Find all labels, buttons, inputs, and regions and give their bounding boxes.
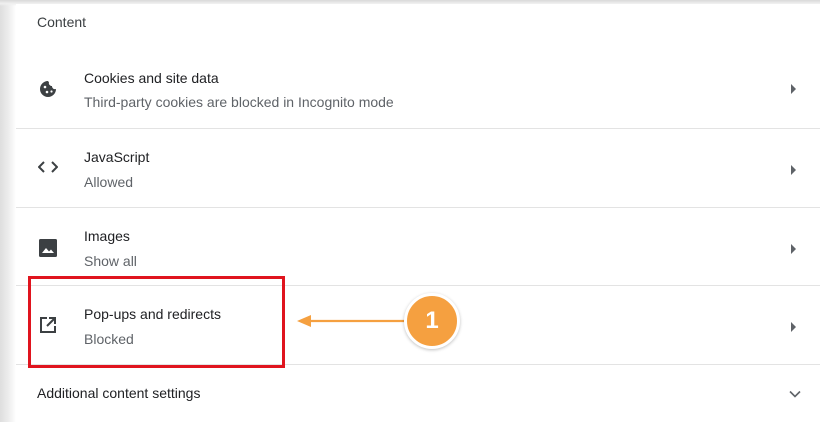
row-title: Images — [84, 228, 130, 244]
row-cookies-and-site-data[interactable]: Cookies and site data Third-party cookie… — [16, 49, 820, 128]
callout-arrow-icon — [297, 315, 409, 327]
image-icon — [36, 236, 60, 260]
chevron-right-icon — [788, 243, 800, 255]
window-edge-shadow — [0, 0, 16, 422]
row-subtitle: Blocked — [84, 331, 134, 347]
row-javascript[interactable]: JavaScript Allowed — [16, 128, 820, 207]
chevron-right-icon — [788, 164, 800, 176]
row-images[interactable]: Images Show all — [16, 207, 820, 285]
section-title: Content — [37, 14, 87, 30]
row-subtitle: Third-party cookies are blocked in Incog… — [84, 94, 394, 110]
additional-content-settings-label: Additional content settings — [37, 385, 201, 401]
cookie-icon — [36, 77, 60, 101]
callout-badge: 1 — [404, 293, 460, 349]
row-title: Pop-ups and redirects — [84, 306, 221, 322]
open-in-new-icon — [36, 313, 60, 337]
chevron-right-icon — [788, 321, 800, 333]
settings-page: Content Cookies and site data Third-part… — [0, 0, 820, 422]
chevron-down-icon — [788, 387, 802, 401]
row-subtitle: Show all — [84, 253, 137, 269]
additional-content-settings[interactable]: Additional content settings — [16, 364, 820, 422]
row-title: JavaScript — [84, 149, 150, 165]
chevron-right-icon — [788, 83, 800, 95]
row-subtitle: Allowed — [84, 174, 134, 190]
content-settings-panel: Content Cookies and site data Third-part… — [16, 4, 820, 422]
code-icon — [36, 155, 60, 179]
row-title: Cookies and site data — [84, 70, 219, 86]
